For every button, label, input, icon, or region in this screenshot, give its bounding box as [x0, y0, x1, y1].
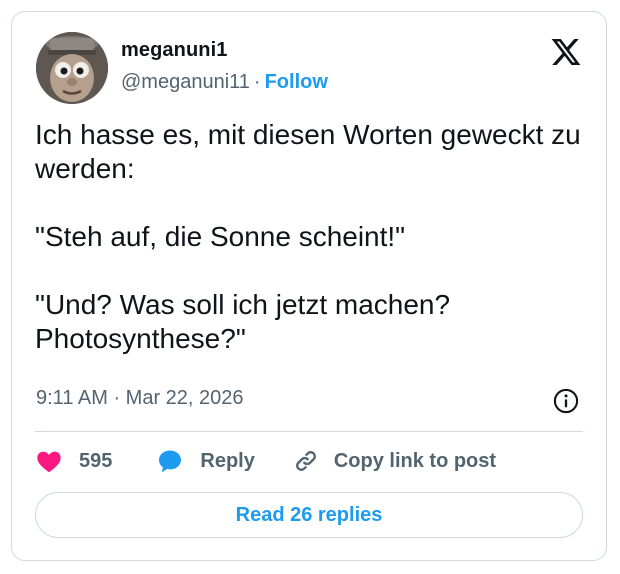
author-handle[interactable]: @meganuni11	[121, 71, 250, 93]
action-bar: 595 Reply Copy link to post	[35, 445, 496, 477]
author-meta-row: @meganuni11 · Follow	[121, 71, 328, 94]
separator-dot: ·	[253, 71, 261, 93]
reply-label: Reply	[200, 449, 255, 472]
copy-link-button[interactable]: Copy link to post	[292, 447, 496, 475]
like-button[interactable]: 595	[35, 447, 112, 475]
tweet-card: meganuni1 @meganuni11 · Follow Ich hasse e…	[11, 11, 607, 561]
copy-link-label: Copy link to post	[333, 449, 497, 472]
speech-bubble-icon	[159, 450, 182, 473]
reply-button[interactable]: Reply	[156, 447, 255, 475]
follow-button[interactable]: Follow	[265, 71, 328, 93]
tweet-text: Ich hasse es, mit diesen Worten geweckt …	[35, 119, 581, 354]
tweet-timestamp[interactable]: 9:11 AM · Mar 22, 2026	[36, 387, 244, 410]
author-display-name[interactable]: meganuni1	[121, 39, 227, 62]
link-icon	[295, 451, 316, 471]
x-logo-icon[interactable]	[550, 36, 582, 68]
heart-icon	[37, 451, 61, 473]
read-replies-button[interactable]: Read 26 replies	[35, 492, 583, 538]
avatar-image	[36, 32, 108, 104]
like-count: 595	[79, 449, 113, 472]
info-icon[interactable]	[552, 387, 580, 415]
divider	[35, 431, 583, 432]
avatar[interactable]	[36, 32, 108, 104]
